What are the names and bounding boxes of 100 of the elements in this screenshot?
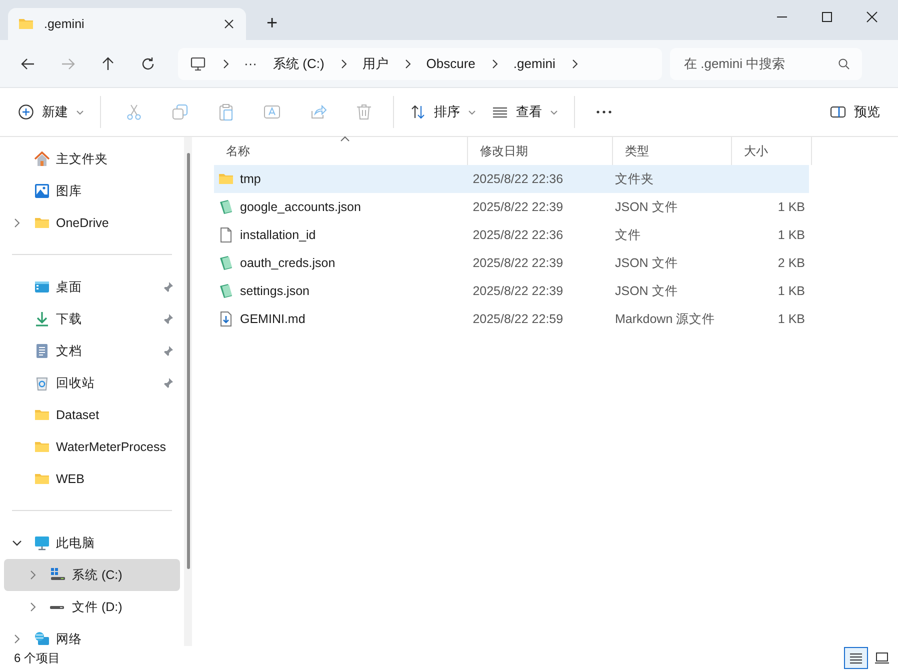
monitor-icon [190, 56, 206, 72]
document-icon [34, 343, 50, 359]
path-overflow[interactable]: ··· [244, 56, 257, 71]
file-name: settings.json [240, 284, 310, 298]
sidebar-label: 文档 [56, 342, 83, 360]
up-arrow-icon[interactable] [100, 56, 116, 72]
search-box[interactable]: 在 .gemini 中搜索 [670, 48, 862, 80]
folder-icon [18, 16, 34, 32]
sidebar-item[interactable]: 回收站 [4, 367, 180, 399]
file-row[interactable]: settings.json 2025/8/22 22:39 JSON 文件 1 KB [214, 277, 809, 305]
file-name: tmp [240, 172, 261, 186]
sidebar-item[interactable]: WEB [4, 463, 180, 495]
sidebar-label: 回收站 [56, 374, 96, 392]
collapsed-chevron-icon[interactable] [12, 634, 22, 644]
pin-icon[interactable] [162, 345, 174, 357]
collapsed-chevron-icon[interactable] [28, 602, 38, 612]
modified-date: 2025/8/22 22:59 [472, 312, 564, 326]
file-name: installation_id [240, 228, 316, 242]
sidebar-item[interactable]: 主文件夹 [4, 143, 180, 175]
plus-circle-icon [18, 104, 34, 120]
sidebar-item[interactable]: 桌面 [4, 271, 180, 303]
modified-date: 2025/8/22 22:39 [472, 200, 564, 214]
chevron-icon [222, 58, 230, 68]
home-icon [34, 151, 50, 167]
preview-button[interactable]: 预览 [822, 97, 888, 127]
pin-icon[interactable] [162, 377, 174, 389]
path-segment[interactable]: Obscure [426, 56, 476, 71]
file-type: JSON 文件 [614, 198, 678, 216]
close-tab-icon[interactable] [224, 19, 234, 29]
sort-arrows-icon [410, 104, 426, 120]
chevron-icon [404, 58, 412, 68]
sidebar-label: 桌面 [56, 278, 83, 296]
folder-icon [34, 471, 50, 487]
file-type: 文件夹 [614, 170, 654, 188]
refresh-icon[interactable] [140, 56, 156, 72]
file-icon [218, 227, 234, 243]
maximize-icon[interactable] [821, 11, 833, 23]
sidebar-item[interactable]: Dataset [4, 399, 180, 431]
sidebar-label: 图库 [56, 182, 83, 200]
window-tab[interactable]: .gemini [8, 8, 246, 40]
file-size: 1 KB [778, 284, 806, 298]
file-row[interactable]: installation_id 2025/8/22 22:36 文件 1 KB [214, 221, 809, 249]
file-name: GEMINI.md [240, 312, 306, 326]
file-size: 1 KB [778, 200, 806, 214]
sidebar-item[interactable]: 此电脑 [4, 527, 180, 559]
sidebar-item[interactable]: 系统 (C:) [4, 559, 180, 591]
modified-date: 2025/8/22 22:39 [472, 256, 564, 270]
tab-title: .gemini [44, 17, 86, 31]
modified-date: 2025/8/22 22:39 [472, 284, 564, 298]
file-row[interactable]: tmp 2025/8/22 22:36 文件夹 [214, 165, 809, 193]
sidebar-label: Dataset [56, 408, 100, 422]
collapsed-chevron-icon[interactable] [28, 570, 38, 580]
address-bar[interactable]: ··· 系统 (C:) 用户 Obscure .gemini [178, 48, 662, 80]
file-type: Markdown 源文件 [614, 310, 716, 328]
json-file-icon [218, 199, 234, 215]
folder-icon [34, 439, 50, 455]
file-row[interactable]: GEMINI.md 2025/8/22 22:59 Markdown 源文件 1 KB [214, 305, 809, 333]
path-segment[interactable]: 用户 [362, 54, 388, 72]
sidebar-label: 文件 (D:) [72, 598, 124, 616]
close-icon[interactable] [866, 11, 878, 23]
pin-icon[interactable] [162, 313, 174, 325]
file-row[interactable]: google_accounts.json 2025/8/22 22:39 JSON 文件 1 KB [214, 193, 809, 221]
search-icon [838, 58, 850, 70]
path-segment[interactable]: 系统 (C:) [273, 54, 324, 72]
item-count: 6 个项目 [14, 650, 60, 666]
collapsed-chevron-icon[interactable] [12, 218, 22, 228]
sort-caret-icon [340, 136, 350, 142]
modified-date: 2025/8/22 22:36 [472, 228, 564, 242]
sidebar-item[interactable]: 下载 [4, 303, 180, 335]
back-arrow-icon[interactable] [20, 56, 36, 72]
sidebar-item[interactable]: 图库 [4, 175, 180, 207]
caret-icon [550, 110, 558, 114]
monitor-icon [34, 535, 50, 551]
sidebar-item[interactable]: 文件 (D:) [4, 591, 180, 623]
new-button[interactable]: 新建 [10, 97, 92, 127]
json-file-icon [218, 283, 234, 299]
file-name: oauth_creds.json [240, 256, 336, 270]
modified-date: 2025/8/22 22:36 [472, 172, 564, 186]
new-tab-button[interactable]: + [254, 8, 290, 40]
sidebar-item[interactable]: 文档 [4, 335, 180, 367]
pin-icon[interactable] [162, 281, 174, 293]
more-icon[interactable] [595, 110, 613, 114]
sidebar-label: 主文件夹 [56, 150, 109, 168]
folder-icon [34, 407, 50, 423]
sidebar-item[interactable]: WaterMeterProcess [4, 431, 180, 463]
file-row[interactable]: oauth_creds.json 2025/8/22 22:39 JSON 文件 2 KB [214, 249, 809, 277]
file-type: JSON 文件 [614, 282, 678, 300]
view-button[interactable]: 查看 [484, 97, 566, 127]
sidebar-label: WaterMeterProcess [56, 440, 167, 454]
markdown-file-icon [218, 311, 234, 327]
sort-button[interactable]: 排序 [402, 97, 484, 127]
path-segment[interactable]: .gemini [513, 56, 556, 71]
details-view-button[interactable] [844, 647, 868, 669]
sidebar-label: WEB [56, 472, 86, 486]
search-field[interactable]: 在 .gemini 中搜索 [684, 56, 838, 71]
scrollbar[interactable] [184, 137, 192, 646]
caret-icon [76, 110, 84, 114]
sidebar-item[interactable]: OneDrive [4, 207, 180, 239]
expanded-chevron-icon[interactable] [12, 538, 22, 548]
recycle-bin-icon [34, 375, 50, 391]
